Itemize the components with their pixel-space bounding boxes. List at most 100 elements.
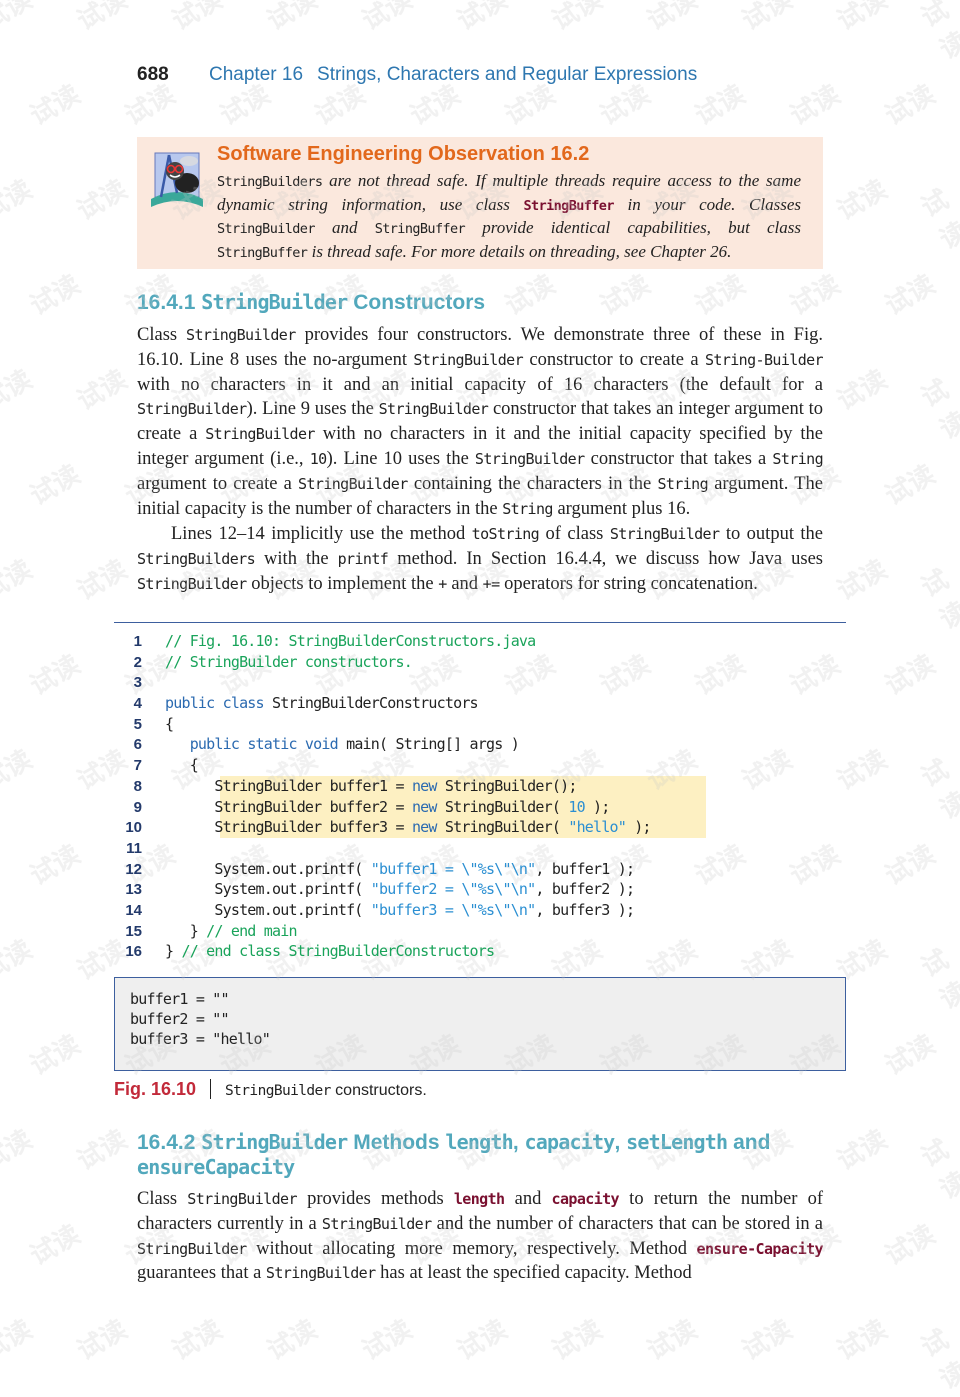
watermark-text: 试读 bbox=[916, 1134, 960, 1206]
text-run: Lines 12–14 implicitly use the method bbox=[171, 524, 472, 544]
code-token-kw: new bbox=[411, 776, 437, 795]
code-line: 15 } // end main bbox=[114, 921, 846, 942]
code-token-kw: public static void bbox=[189, 735, 339, 754]
watermark-text: 试读 bbox=[357, 0, 418, 37]
watermark-text: 试读 bbox=[0, 1314, 38, 1367]
line-number: 4 bbox=[133, 695, 142, 713]
text-run: ). Line 10 uses the bbox=[326, 448, 475, 469]
code-text: public class StringBuilderConstructors bbox=[165, 694, 479, 713]
inline-code: StringBuilder bbox=[217, 221, 315, 237]
text-run: with no characters in it and an initial … bbox=[137, 374, 823, 395]
code-line: 1 // Fig. 16.10: StringBuilderConstructor… bbox=[114, 631, 846, 652]
code-token-plain: } bbox=[165, 921, 207, 940]
paragraph-tostring-body: Lines 12–14 implicitly use the method to… bbox=[137, 524, 823, 594]
text-run: and bbox=[446, 573, 483, 594]
line-number: 2 bbox=[133, 653, 142, 671]
line-number: 16 bbox=[125, 943, 142, 961]
inline-code: StringBuilder bbox=[187, 1190, 297, 1208]
code-token-str: "hello" bbox=[568, 818, 626, 837]
inline-code: StringBuilder bbox=[413, 350, 524, 369]
watermark-text: 试读 bbox=[0, 174, 38, 227]
line-number: 5 bbox=[133, 715, 142, 733]
watermark-text: 试读 bbox=[0, 364, 38, 417]
code-line: 11 bbox=[114, 838, 846, 859]
text-run: operators for string concatenation. bbox=[499, 573, 758, 594]
code-text: System.out.printf( "buffer3 = \"%s\"\n",… bbox=[165, 900, 635, 919]
line-number: 15 bbox=[125, 922, 142, 940]
code-token-plain: , buffer2 ); bbox=[535, 880, 635, 899]
output-line: buffer1 = "" bbox=[130, 990, 230, 1008]
code-token-kw: public class bbox=[165, 694, 265, 713]
watermark-text: 试读 bbox=[880, 1029, 941, 1082]
watermark-text: 试读 bbox=[916, 944, 960, 1016]
watermark-text: 试读 bbox=[0, 934, 38, 987]
code-token-plain: } bbox=[165, 942, 182, 961]
line-number: 14 bbox=[125, 901, 142, 919]
inline-code: capacity bbox=[524, 1130, 616, 1154]
watermark-text: 试读 bbox=[880, 649, 941, 702]
watermark-text: 试读 bbox=[0, 554, 38, 607]
watermark-text: 试读 bbox=[737, 1314, 798, 1367]
inline-code: StringBuilder bbox=[321, 1214, 432, 1233]
page-number: 688 bbox=[137, 64, 169, 85]
text-run: , bbox=[512, 1131, 525, 1154]
code-listing: 1 // Fig. 16.10: StringBuilderConstructor… bbox=[114, 631, 846, 962]
watermark-text: 试读 bbox=[452, 0, 513, 37]
inline-code: printf bbox=[337, 549, 389, 568]
section-title-text: Constructors bbox=[353, 291, 486, 314]
inline-keyword: length bbox=[453, 1190, 505, 1208]
watermark-text: 试读 bbox=[916, 184, 960, 256]
section-title-code: StringBuilder bbox=[201, 290, 348, 314]
watermark-text: 试读 bbox=[832, 1314, 893, 1367]
caption-separator bbox=[210, 1079, 212, 1099]
code-token-plain: StringBuilder(); bbox=[436, 776, 578, 795]
code-line: 5{ bbox=[114, 714, 846, 735]
code-line: 16} // end class StringBuilderConstructo… bbox=[114, 941, 846, 962]
figure-caption: Fig. 16.10 StringBuilder constructors. bbox=[114, 1079, 427, 1100]
watermark-text: 试读 bbox=[167, 0, 228, 37]
text-run: ). Line 9 uses the bbox=[246, 399, 379, 420]
code-token-str: "buffer3 = \"%s\"\n" bbox=[370, 900, 536, 919]
watermark-text: 试读 bbox=[167, 1314, 228, 1367]
watermark-text: 试读 bbox=[832, 174, 893, 227]
watermark-text: 试读 bbox=[880, 839, 941, 892]
text-run: Class bbox=[137, 1189, 188, 1209]
section-title: StringBuilder Methods length, capacity, … bbox=[201, 1130, 770, 1154]
watermark-text: 试读 bbox=[25, 1029, 86, 1082]
inline-code: StringBuilder bbox=[378, 400, 489, 419]
code-text: StringBuilder buffer2 = new StringBuilde… bbox=[165, 798, 610, 816]
running-header: 688 Chapter 16 Strings, Characters and Reg… bbox=[137, 64, 697, 86]
section-number: 16.4.1 bbox=[137, 291, 196, 314]
watermark-text: 试读 bbox=[832, 1124, 893, 1177]
line-number: 3 bbox=[133, 674, 142, 692]
code-token-plain: { bbox=[165, 714, 174, 733]
watermark-text: 试读 bbox=[25, 649, 86, 702]
code-line: 3 bbox=[114, 672, 846, 693]
code-line: 4 public class StringBuilderConstructors bbox=[114, 693, 846, 714]
watermark-text: 试读 bbox=[72, 0, 133, 37]
code-line: 2 // StringBuilder constructors. bbox=[114, 652, 846, 673]
code-token-num: 10 bbox=[568, 797, 585, 816]
code-token-plain: StringBuilder buffer2 = bbox=[165, 797, 412, 816]
code-token-plain: main( String[] args ) bbox=[337, 735, 520, 754]
watermark-text: 试读 bbox=[832, 0, 893, 37]
watermark-text: 试读 bbox=[500, 269, 561, 322]
code-token-plain: , buffer1 ); bbox=[535, 859, 635, 878]
code-token-plain: System.out.printf( bbox=[165, 900, 371, 919]
bug-mascot-icon bbox=[151, 152, 203, 207]
code-token-comment: // Fig. 16.10: StringBuilderConstructors… bbox=[165, 632, 536, 650]
code-token-plain: StringBuilder( bbox=[436, 797, 569, 816]
code-text: StringBuilder buffer1 = new StringBuilde… bbox=[165, 777, 577, 795]
inline-code: StringBuilder bbox=[186, 326, 296, 344]
watermark-text: 试读 bbox=[72, 1314, 133, 1367]
code-line: 12 System.out.printf( "buffer1 = \"%s\"\… bbox=[114, 859, 846, 880]
inline-code: 10 bbox=[309, 449, 327, 468]
code-token-plain: ); bbox=[625, 818, 651, 837]
line-number: 9 bbox=[133, 798, 142, 816]
watermark-text: 试读 bbox=[916, 754, 960, 826]
text-run: method. In Section 16.4.4, we discuss ho… bbox=[388, 548, 823, 569]
text-run: Methods bbox=[347, 1131, 446, 1154]
watermark-text: 试读 bbox=[25, 839, 86, 892]
inline-code: StringBuilder bbox=[205, 425, 315, 444]
